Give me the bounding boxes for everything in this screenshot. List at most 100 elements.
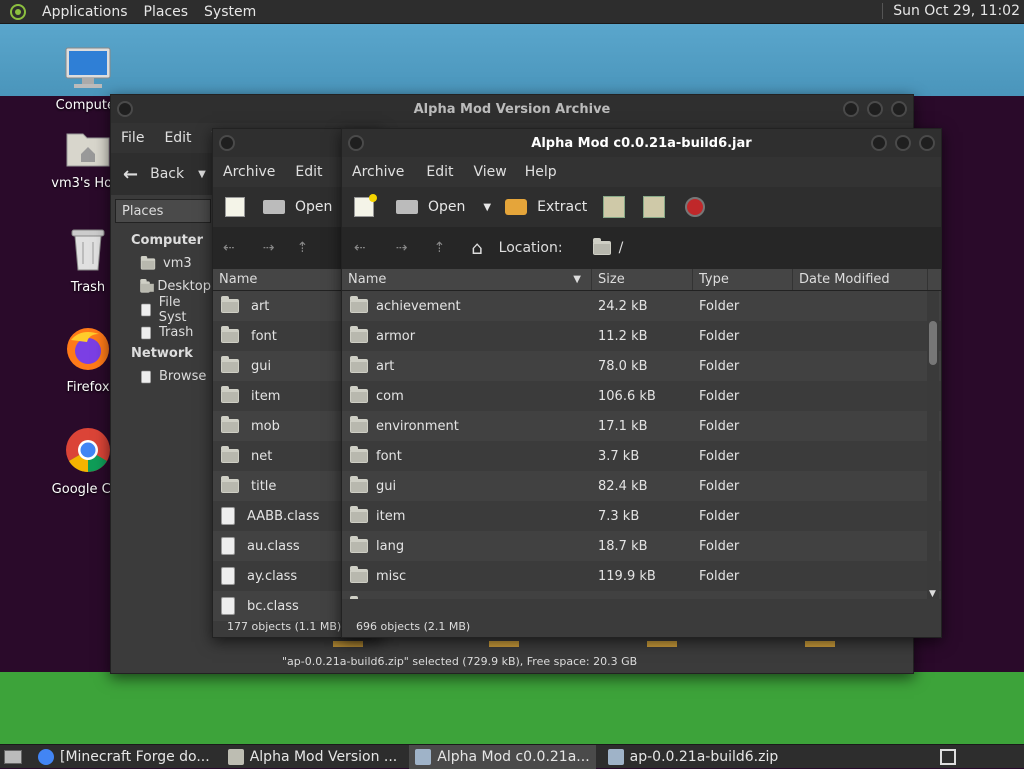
folder-icon [350,446,368,463]
sidebar-item-filesystem[interactable]: File Syst [119,295,211,325]
back-icon[interactable]: ⇠ [223,240,235,256]
new-archive-icon[interactable] [225,197,245,217]
window-menu-button[interactable] [219,135,235,151]
show-desktop-icon[interactable] [4,749,22,764]
close-button[interactable] [919,135,935,151]
back-button[interactable]: Back [150,166,184,182]
taskbar-button[interactable]: ap-0.0.21a-build6.zip [602,745,785,769]
add-files-icon[interactable] [603,196,626,218]
scroll-down-icon[interactable]: ▼ [929,589,936,599]
table-row[interactable]: achievement 24.2 kB Folder [342,291,941,321]
network-icon [141,370,151,383]
row-name: item [376,508,406,524]
menu-view[interactable]: View [466,164,515,180]
add-folder-icon[interactable] [643,196,666,218]
row-name: font [376,448,402,464]
archive-icon [607,748,624,765]
vertical-scrollbar[interactable]: ▼ [927,291,939,599]
menu-file[interactable]: File [111,130,154,146]
forward-icon[interactable]: ⇢ [396,240,408,256]
row-name: misc [376,568,407,584]
workspace-switcher-icon[interactable] [940,749,956,765]
menu-archive[interactable]: Archive [213,164,285,180]
open-icon[interactable] [396,200,418,214]
folder-icon [350,296,368,313]
open-button[interactable]: Open [428,199,465,215]
table-row[interactable]: misc 119.9 kB Folder [342,561,941,591]
column-date[interactable]: Date Modified [793,269,928,290]
list-item-name: art [251,298,270,314]
window-menu-button[interactable] [348,135,364,151]
table-row[interactable]: mob 42.3 kBFolder [342,591,941,599]
taskbar-button[interactable]: Alpha Mod c0.0.21a... [409,744,596,769]
maximize-button[interactable] [867,101,883,117]
row-size: 11.2 kB [598,328,648,344]
row-name: environment [376,418,459,434]
window-menu-button[interactable] [117,101,133,117]
up-icon[interactable]: ⇡ [433,240,445,256]
maximize-button[interactable] [895,135,911,151]
row-type: Folder [699,298,740,314]
open-dropdown-icon[interactable]: ▼ [483,202,491,213]
table-row[interactable]: com 106.6 kB Folder [342,381,941,411]
sidebar-item-label: Trash [159,325,194,340]
column-type[interactable]: Type [693,269,793,290]
applications-menu[interactable]: Applications [34,4,136,20]
window-titlebar[interactable]: Alpha Mod c0.0.21a-build6.jar [342,129,941,157]
sidebar-item-label: vm3 [163,256,192,271]
table-row[interactable]: gui 82.4 kB Folder [342,471,941,501]
places-menu[interactable]: Places [136,4,197,20]
row-name: mob [376,599,405,600]
folder-icon [350,356,368,373]
window-title: Alpha Mod Version Archive [413,101,611,117]
open-button[interactable]: Open [295,199,332,215]
location-value[interactable]: / [619,240,624,256]
menubar: Archive Edit View Help [342,157,941,187]
folder-icon [350,566,368,583]
back-dropdown-icon[interactable]: ▼ [198,169,206,180]
places-dropdown[interactable]: Places [115,199,211,223]
extract-button[interactable]: Extract [537,199,587,215]
table-row[interactable]: font 3.7 kB Folder [342,441,941,471]
extract-icon[interactable] [505,199,528,215]
table-row[interactable]: lang 18.7 kB Folder [342,531,941,561]
clock[interactable]: Sun Oct 29, 11:02 [882,3,1020,19]
folder-icon [221,326,239,343]
minimize-button[interactable] [843,101,859,117]
stop-icon[interactable] [685,197,706,217]
new-archive-icon[interactable] [354,194,377,217]
up-icon[interactable]: ⇡ [296,240,308,256]
sidebar-item-vm3[interactable]: vm3 [119,252,211,275]
window-archive-front[interactable]: Alpha Mod c0.0.21a-build6.jar Archive Ed… [341,128,942,638]
system-menu[interactable]: System [196,4,264,20]
forward-icon[interactable]: ⇢ [263,240,275,256]
window-titlebar[interactable]: Alpha Mod Version Archive [111,95,913,123]
menu-edit[interactable]: Edit [414,164,465,180]
row-type: Folder [699,328,740,344]
table-row[interactable]: item 7.3 kB Folder [342,501,941,531]
open-icon[interactable] [263,200,285,214]
column-name[interactable]: Name ▼ [342,269,592,290]
home-icon[interactable]: ⌂ [471,238,482,259]
taskbar: [Minecraft Forge do... Alpha Mod Version … [0,744,1024,769]
back-arrow-icon[interactable]: ← [123,164,138,185]
scrollbar-thumb[interactable] [929,321,937,365]
menu-help[interactable]: Help [515,164,567,180]
menu-edit[interactable]: Edit [154,130,201,146]
table-row[interactable]: armor 11.2 kB Folder [342,321,941,351]
table-row[interactable]: environment 17.1 kB Folder [342,411,941,441]
back-icon[interactable]: ⇠ [354,240,366,256]
table-row[interactable]: art 78.0 kB Folder [342,351,941,381]
menu-edit[interactable]: Edit [285,164,332,180]
sidebar-item-browse-network[interactable]: Browse [119,365,211,388]
close-button[interactable] [891,101,907,117]
menu-archive[interactable]: Archive [342,164,414,180]
sidebar: Computer vm3 Desktop File Syst Trash Net… [111,227,211,388]
file-icon [221,507,235,525]
column-size[interactable]: Size [592,269,693,290]
taskbar-button[interactable]: Alpha Mod Version ... [222,745,404,769]
distro-logo-icon[interactable] [8,2,28,22]
taskbar-button[interactable]: [Minecraft Forge do... [32,745,216,769]
list-item-name: AABB.class [247,508,320,524]
minimize-button[interactable] [871,135,887,151]
